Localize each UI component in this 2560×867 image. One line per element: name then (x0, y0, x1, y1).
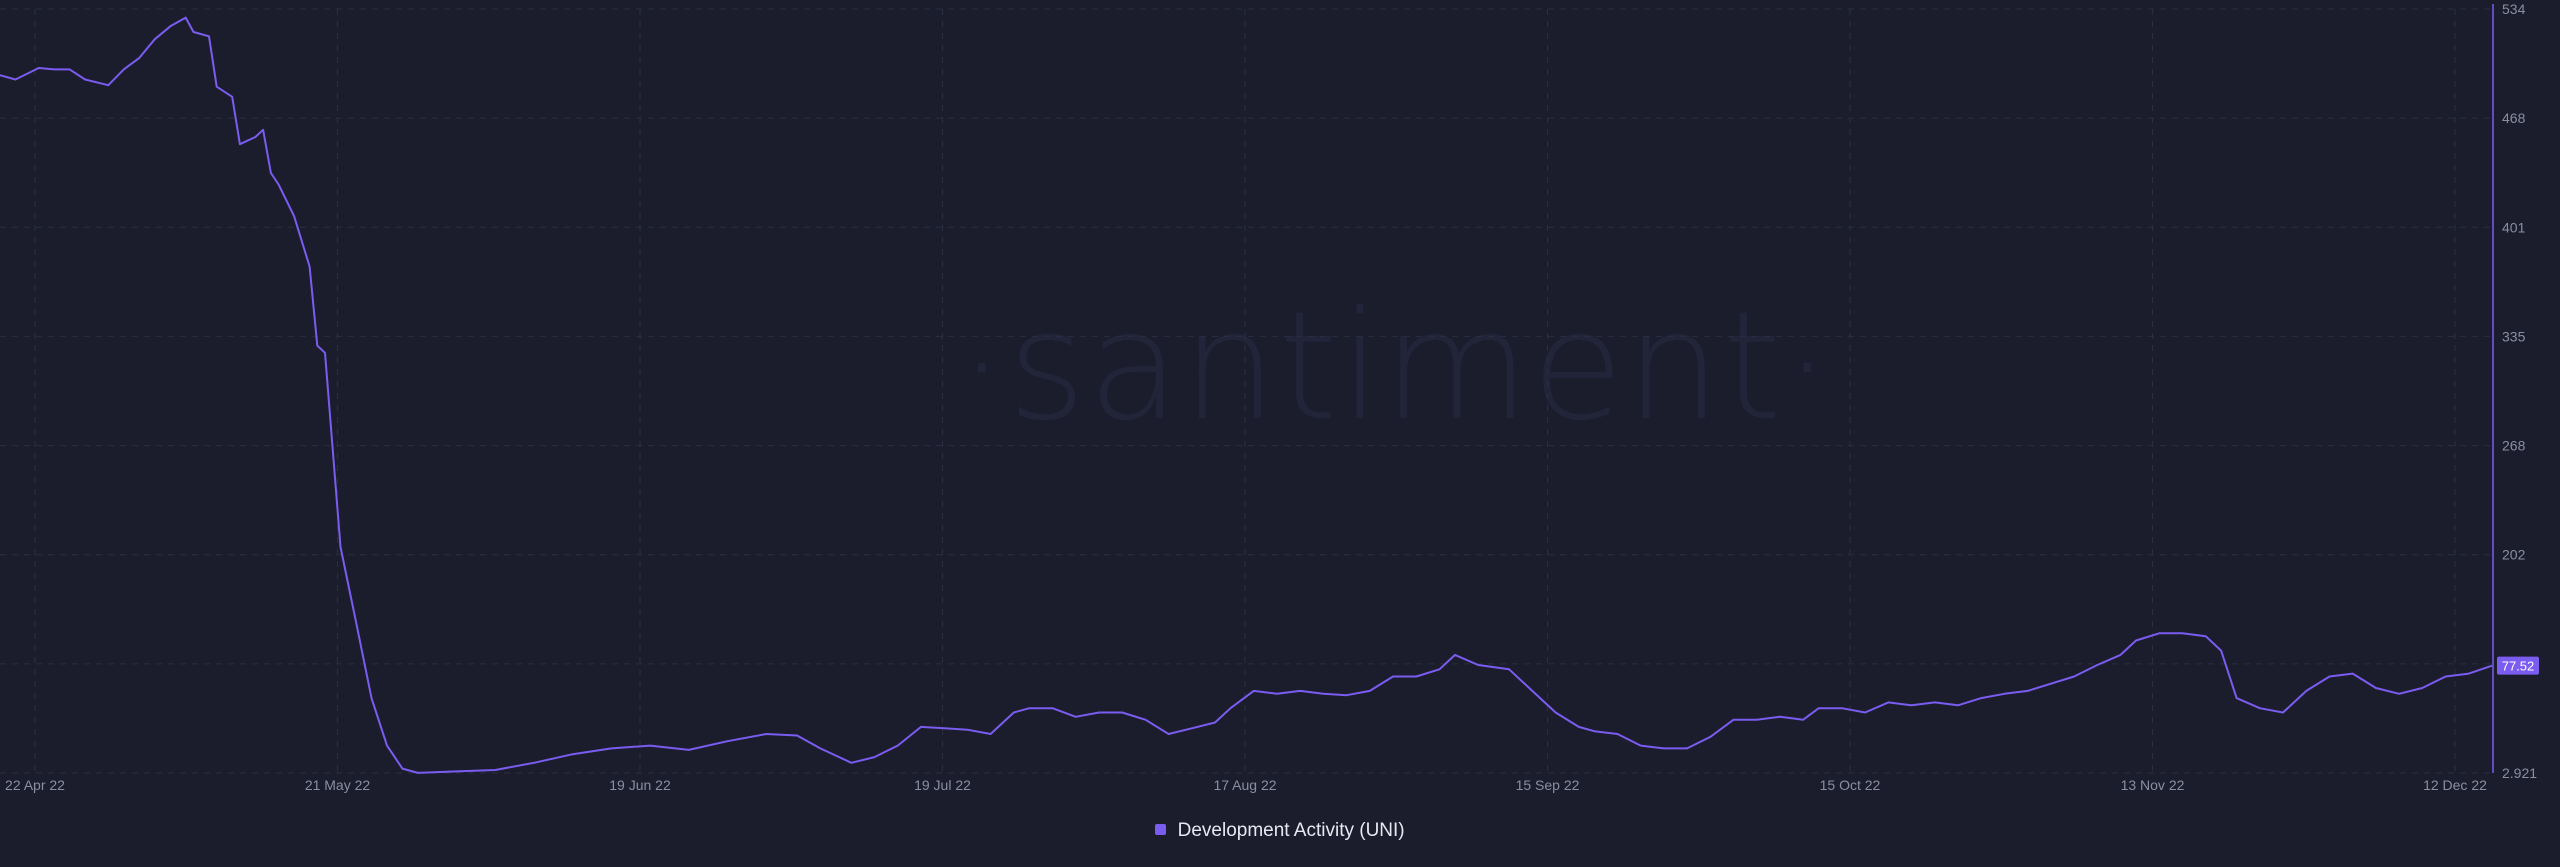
line-chart: 5344684013352682021352.92122 Apr 2221 Ma… (0, 1, 2539, 793)
legend-swatch (1155, 824, 1167, 835)
x-tick-label: 15 Sep 22 (1516, 777, 1580, 793)
x-tick-label: 22 Apr 22 (5, 777, 65, 793)
x-tick-label: 17 Aug 22 (1213, 777, 1276, 793)
y-tick-label: 202 (2502, 547, 2526, 563)
y-tick-label: 534 (2502, 1, 2526, 17)
y-tick-label: 335 (2502, 328, 2526, 344)
series-line (0, 16, 2493, 774)
x-tick-label: 12 Dec 22 (2423, 777, 2487, 793)
y-tick-label: 468 (2502, 110, 2526, 126)
y-tick-label: 2.921 (2502, 765, 2537, 781)
legend[interactable]: Development Activity (UNI) (0, 820, 2560, 842)
x-tick-label: 15 Oct 22 (1820, 777, 1881, 793)
last-value-label: 77.52 (2502, 659, 2535, 674)
x-tick-label: 21 May 22 (305, 777, 371, 793)
y-tick-label: 268 (2502, 438, 2526, 454)
x-tick-label: 19 Jul 22 (914, 777, 971, 793)
y-tick-label: 401 (2502, 219, 2526, 235)
legend-label: Development Activity (UNI) (1177, 820, 1405, 841)
x-tick-label: 13 Nov 22 (2121, 777, 2185, 793)
x-tick-label: 19 Jun 22 (609, 777, 671, 793)
